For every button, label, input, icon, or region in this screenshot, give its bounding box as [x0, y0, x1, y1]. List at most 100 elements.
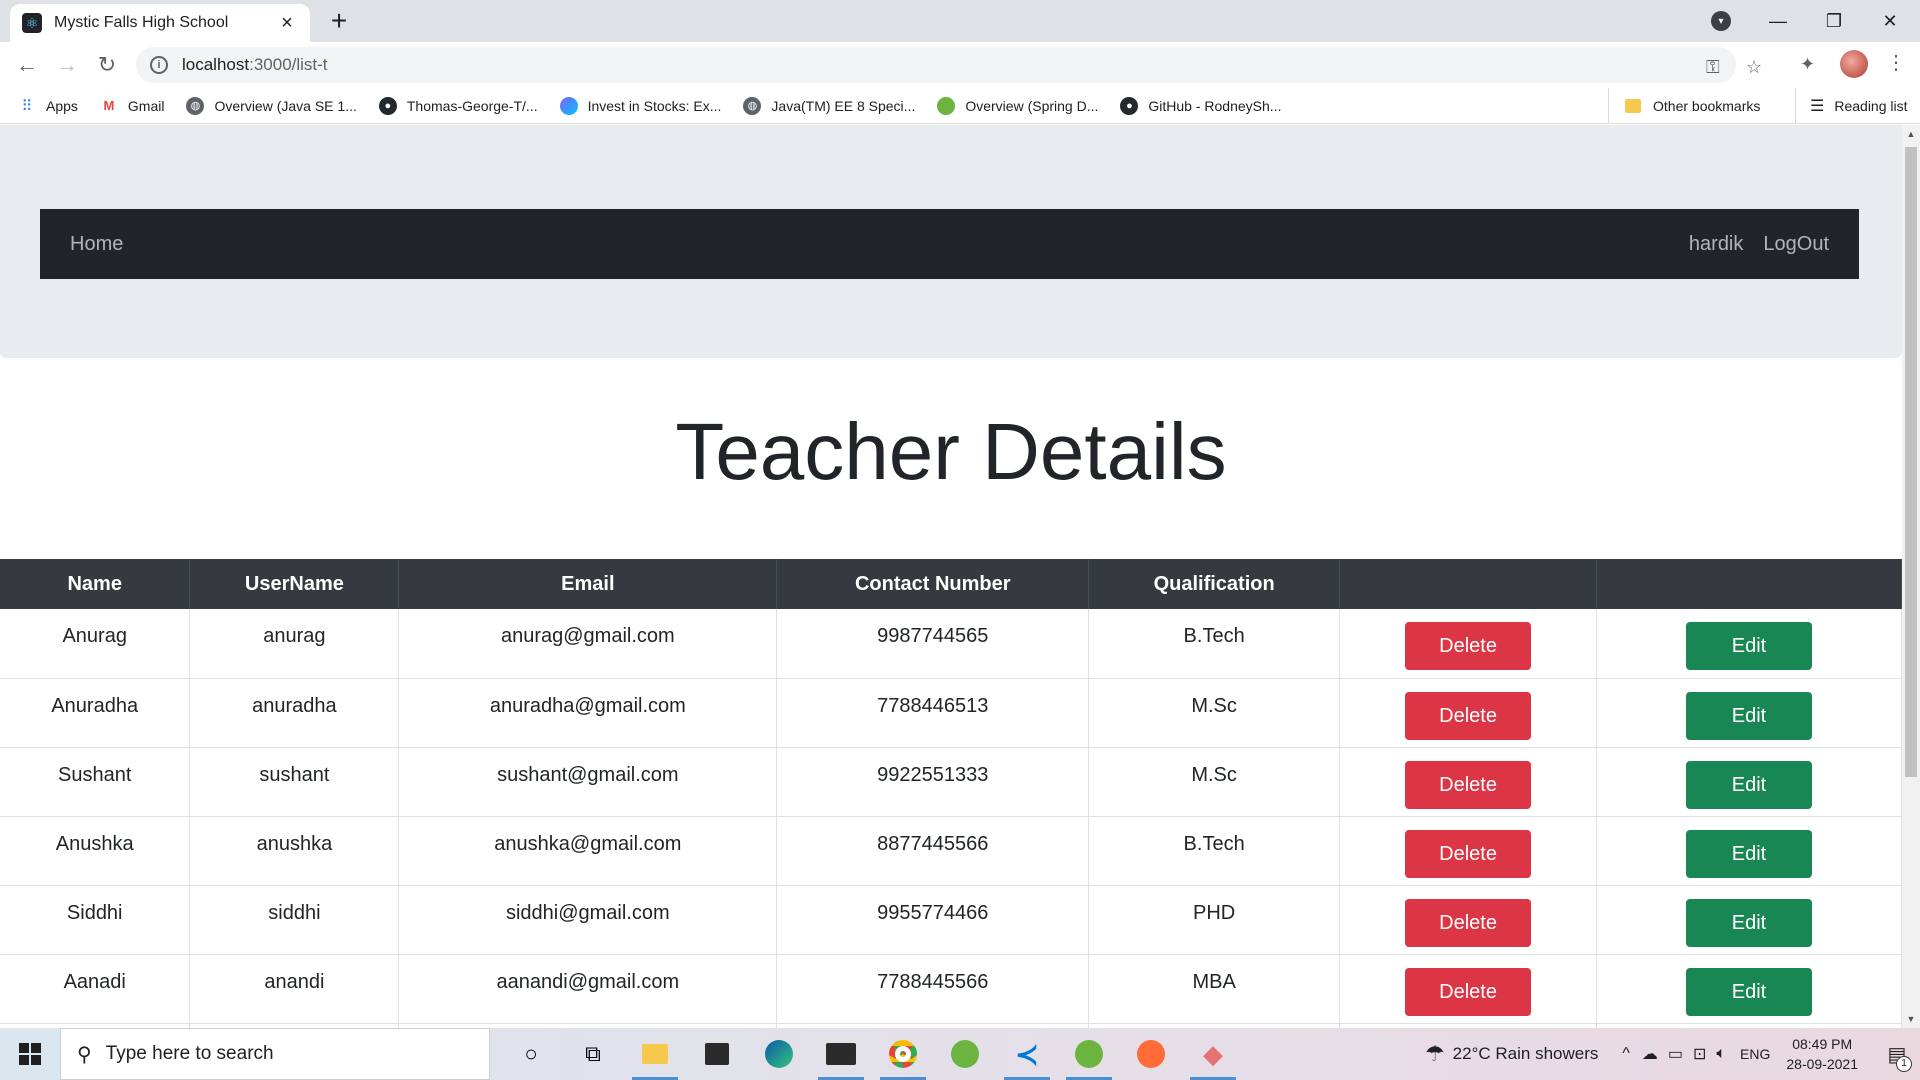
language-indicator[interactable]: ENG: [1740, 1046, 1770, 1062]
nav-user-link[interactable]: hardik: [1689, 233, 1743, 256]
bookmark-github-rodney[interactable]: ● GitHub - RodneySh...: [1120, 96, 1281, 115]
weather-text[interactable]: 22°C Rain showers: [1453, 1044, 1599, 1064]
windows-start-button[interactable]: [0, 1028, 60, 1080]
scroll-thumb[interactable]: [1905, 147, 1917, 777]
chevron-up-icon[interactable]: ^: [1622, 1045, 1630, 1063]
cell-contact: 7788446513: [776, 678, 1090, 748]
key-icon[interactable]: ⚿: [1706, 57, 1720, 78]
edit-button[interactable]: Edit: [1686, 760, 1812, 809]
header-username: UserName: [189, 559, 400, 609]
weather-icon[interactable]: ☂: [1425, 1041, 1445, 1067]
windows-taskbar: ⚲ Type here to search ○ ⧉ ≺ ◆ ☂ 22°C Rai…: [0, 1028, 1920, 1080]
scroll-down-icon[interactable]: ▼: [1902, 1010, 1920, 1028]
cell-edit: Edit: [1596, 609, 1902, 679]
bookmark-spring[interactable]: Overview (Spring D...: [937, 96, 1098, 115]
tab-search-icon[interactable]: ▾: [1711, 11, 1731, 31]
extensions-icon[interactable]: ✦: [1800, 54, 1815, 75]
cell-name: Anushka: [0, 816, 191, 886]
edit-button[interactable]: Edit: [1686, 967, 1812, 1016]
cell-edit: Edit: [1596, 747, 1902, 817]
forward-icon[interactable]: →: [52, 50, 82, 80]
scroll-up-icon[interactable]: ▲: [1902, 125, 1920, 143]
bookmark-java-ee[interactable]: ◍ Java(TM) EE 8 Speci...: [743, 96, 915, 115]
nav-logout-link[interactable]: LogOut: [1763, 233, 1829, 256]
onedrive-icon[interactable]: ☁: [1642, 1044, 1658, 1064]
bookmarks-bar: ⠿ Apps M Gmail ◍ Overview (Java SE 1... …: [0, 88, 1920, 124]
bookmark-gmail[interactable]: M Gmail: [100, 97, 165, 115]
bookmark-thomas-george[interactable]: ● Thomas-George-T/...: [378, 96, 538, 115]
network-icon[interactable]: ⊡: [1693, 1044, 1706, 1064]
task-view-icon[interactable]: ⧉: [562, 1028, 624, 1080]
edit-button[interactable]: Edit: [1686, 622, 1812, 670]
cell-contact: 8877445566: [776, 816, 1090, 886]
spring-tool-icon-2[interactable]: [1058, 1028, 1120, 1080]
reload-icon[interactable]: ↻: [92, 50, 122, 80]
table-row: Siddhi siddhi siddhi@gmail.com 995577446…: [0, 885, 1902, 955]
cell-contact: 9955774466: [776, 885, 1090, 955]
close-tab-icon[interactable]: ×: [276, 12, 298, 35]
react-favicon-icon: ⚛: [22, 13, 42, 33]
profile-avatar[interactable]: [1840, 50, 1868, 78]
taskbar-search-box[interactable]: ⚲ Type here to search: [60, 1028, 490, 1080]
volume-icon[interactable]: 🔈︎: [1716, 1045, 1726, 1063]
cell-delete: Delete: [1339, 678, 1598, 748]
delete-button[interactable]: Delete: [1405, 691, 1532, 740]
postman-icon[interactable]: [1120, 1028, 1182, 1080]
address-bar[interactable]: i localhost:3000/list-t ⚿ ☆: [136, 47, 1762, 83]
delete-button[interactable]: Delete: [1405, 898, 1532, 947]
minimize-icon[interactable]: —: [1750, 0, 1806, 42]
battery-icon[interactable]: ▭: [1668, 1044, 1683, 1064]
page-viewport: Home hardik LogOut Teacher Details Name …: [0, 125, 1902, 1028]
bookmark-java-se[interactable]: ◍ Overview (Java SE 1...: [186, 96, 357, 115]
edit-button[interactable]: Edit: [1686, 691, 1812, 740]
cell-username: anushka: [189, 816, 400, 886]
notification-center-icon[interactable]: ▤ 1: [1874, 1028, 1920, 1080]
notification-count-badge: 1: [1896, 1056, 1912, 1072]
bookmark-label: Apps: [46, 97, 78, 114]
spring-tool-icon[interactable]: [934, 1028, 996, 1080]
cell-contact: 9987744565: [776, 609, 1090, 679]
other-bookmarks[interactable]: Other bookmarks: [1608, 88, 1760, 124]
edit-button[interactable]: Edit: [1686, 898, 1812, 947]
edit-button[interactable]: Edit: [1686, 829, 1812, 878]
bookmark-star-icon[interactable]: ☆: [1746, 57, 1762, 78]
cell-name: Aanadi: [0, 954, 191, 1024]
back-icon[interactable]: ←: [12, 50, 42, 80]
table-row: Sushant sushant sushant@gmail.com 992255…: [0, 747, 1902, 817]
bookmark-apps[interactable]: ⠿ Apps: [18, 97, 78, 115]
header-name: Name: [0, 559, 191, 609]
cell-edit: Edit: [1596, 885, 1902, 955]
cell-email: siddhi@gmail.com: [398, 885, 778, 955]
edge-icon[interactable]: [748, 1028, 810, 1080]
microsoft-store-icon[interactable]: [686, 1028, 748, 1080]
delete-button[interactable]: Delete: [1405, 829, 1532, 878]
cortana-icon[interactable]: ○: [500, 1028, 562, 1080]
mysql-icon[interactable]: [810, 1028, 872, 1080]
page-scrollbar[interactable]: ▲ ▼: [1902, 125, 1920, 1028]
chrome-icon[interactable]: [872, 1028, 934, 1080]
app-diamond-icon[interactable]: ◆: [1182, 1028, 1244, 1080]
globe-icon: ◍: [186, 96, 205, 115]
site-info-icon[interactable]: i: [150, 56, 168, 74]
bookmark-invest[interactable]: Invest in Stocks: Ex...: [559, 96, 721, 115]
reading-list[interactable]: ☰ Reading list: [1795, 88, 1908, 124]
restore-icon[interactable]: ❐: [1806, 0, 1862, 42]
delete-button[interactable]: Delete: [1405, 760, 1532, 809]
clock-date: 28-09-2021: [1786, 1056, 1858, 1072]
github-icon: ●: [378, 96, 397, 115]
chrome-menu-icon[interactable]: ⋮: [1886, 50, 1906, 75]
file-explorer-icon[interactable]: [624, 1028, 686, 1080]
vscode-icon[interactable]: ≺: [996, 1028, 1058, 1080]
nav-home-link[interactable]: Home: [70, 233, 123, 256]
delete-button[interactable]: Delete: [1405, 967, 1532, 1016]
browser-tab[interactable]: ⚛ Mystic Falls High School ×: [10, 4, 310, 42]
folder-icon: [1625, 99, 1641, 113]
window-close-icon[interactable]: ✕: [1862, 0, 1918, 42]
nav-right: hardik LogOut: [1689, 233, 1829, 256]
taskbar-clock[interactable]: 08:49 PM 28-09-2021: [1786, 1034, 1858, 1074]
cell-delete: Delete: [1339, 885, 1598, 955]
delete-button[interactable]: Delete: [1405, 622, 1532, 670]
cell-delete: Delete: [1339, 954, 1598, 1024]
cell-email: sushant@gmail.com: [398, 747, 778, 817]
new-tab-button[interactable]: +: [324, 6, 354, 36]
